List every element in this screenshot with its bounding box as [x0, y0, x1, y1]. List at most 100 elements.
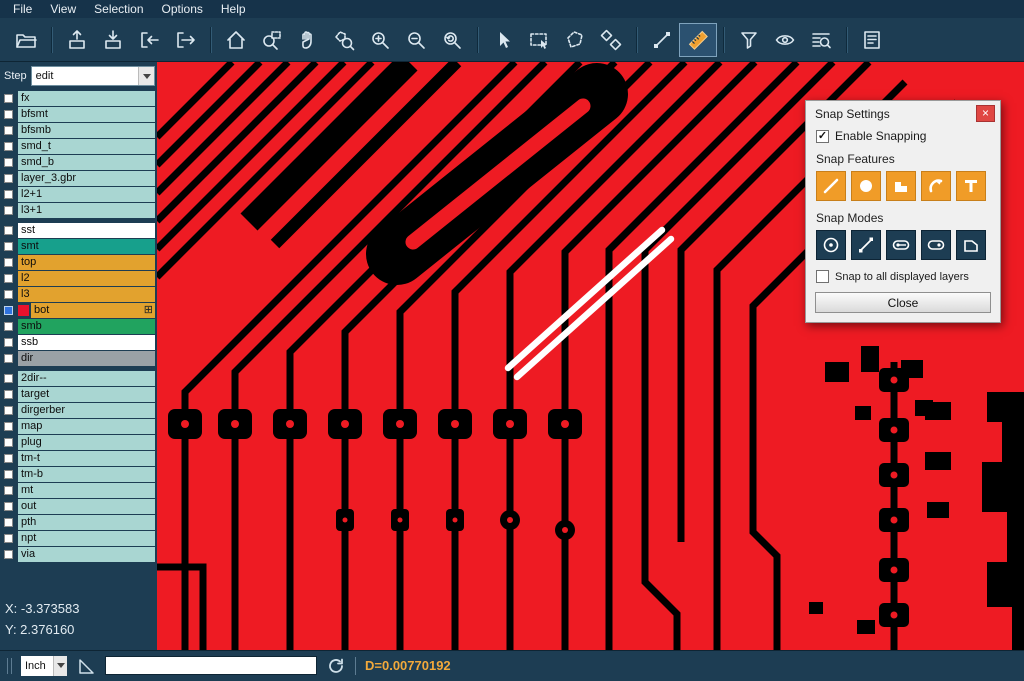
find-button[interactable] [803, 24, 839, 56]
layer-row-fx[interactable]: fx [0, 91, 157, 106]
layer-name-label[interactable]: l3+1 [18, 203, 155, 218]
unit-select[interactable]: Inch [21, 656, 67, 676]
layer-row-map[interactable]: map [0, 419, 157, 434]
command-input[interactable] [105, 656, 317, 675]
snap-mode-slot-left-button[interactable] [886, 230, 916, 260]
layer-row-dirgerber[interactable]: dirgerber [0, 403, 157, 418]
step-select[interactable]: edit [31, 66, 155, 86]
layer-visibility-checkbox[interactable] [4, 190, 13, 199]
layer-visibility-checkbox[interactable] [4, 338, 13, 347]
layer-name-label[interactable]: map [18, 419, 155, 434]
layer-visibility-checkbox[interactable] [4, 470, 13, 479]
layer-visibility-checkbox[interactable] [4, 158, 13, 167]
layer-row-bot[interactable]: bot⊞ [0, 303, 157, 318]
layer-visibility-checkbox[interactable] [4, 374, 13, 383]
layer-visibility-checkbox[interactable] [4, 206, 13, 215]
menu-options[interactable]: Options [153, 1, 212, 17]
select-multi-button[interactable] [593, 24, 629, 56]
zoom-in-button[interactable] [362, 24, 398, 56]
layer-visibility-checkbox[interactable] [4, 354, 13, 363]
snap-mode-contour-button[interactable] [956, 230, 986, 260]
layer-row-pth[interactable]: pth [0, 515, 157, 530]
layer-name-label[interactable]: bfsmt [18, 107, 155, 122]
layer-name-label[interactable]: ssb [18, 335, 155, 350]
menu-help[interactable]: Help [212, 1, 255, 17]
layer-visibility-checkbox[interactable] [4, 306, 13, 315]
layer-name-label[interactable]: l2 [18, 271, 155, 286]
home-button[interactable] [218, 24, 254, 56]
grid-icon[interactable]: ⊞ [144, 303, 153, 318]
import-left-button[interactable] [131, 24, 167, 56]
layer-row-2dir--[interactable]: 2dir-- [0, 371, 157, 386]
layer-visibility-checkbox[interactable] [4, 406, 13, 415]
layer-visibility-checkbox[interactable] [4, 438, 13, 447]
layer-visibility-checkbox[interactable] [4, 274, 13, 283]
layer-row-out[interactable]: out [0, 499, 157, 514]
export-right-button[interactable] [167, 24, 203, 56]
layer-name-label[interactable]: tm-t [18, 451, 155, 466]
layer-visibility-checkbox[interactable] [4, 290, 13, 299]
layer-visibility-checkbox[interactable] [4, 534, 13, 543]
snap-feature-pad-button[interactable] [851, 171, 881, 201]
layer-name-label[interactable]: dirgerber [18, 403, 155, 418]
line-tool-button[interactable] [644, 24, 680, 56]
layer-row-ssb[interactable]: ssb [0, 335, 157, 350]
layer-name-label[interactable]: smt [18, 239, 155, 254]
layer-name-label[interactable]: 2dir-- [18, 371, 155, 386]
layer-name-label[interactable]: bot⊞ [31, 303, 155, 318]
layer-name-label[interactable]: smb [18, 319, 155, 334]
layer-visibility-checkbox[interactable] [4, 94, 13, 103]
select-arrow-button[interactable] [485, 24, 521, 56]
snap-mode-endpoints-button[interactable] [851, 230, 881, 260]
snap-feature-text-button[interactable] [956, 171, 986, 201]
menu-view[interactable]: View [41, 1, 85, 17]
layer-visibility-checkbox[interactable] [4, 322, 13, 331]
layer-visibility-checkbox[interactable] [4, 390, 13, 399]
layer-name-label[interactable]: layer_3.gbr [18, 171, 155, 186]
import-down-button[interactable] [95, 24, 131, 56]
layer-row-target[interactable]: target [0, 387, 157, 402]
menu-selection[interactable]: Selection [85, 1, 152, 17]
layer-name-label[interactable]: sst [18, 223, 155, 238]
select-rect-button[interactable] [521, 24, 557, 56]
layer-row-bfsmt[interactable]: bfsmt [0, 107, 157, 122]
layer-visibility-checkbox[interactable] [4, 242, 13, 251]
layer-visibility-checkbox[interactable] [4, 422, 13, 431]
layer-name-label[interactable]: mt [18, 483, 155, 498]
layer-row-bfsmb[interactable]: bfsmb [0, 123, 157, 138]
layer-name-label[interactable]: dir [18, 351, 155, 366]
snap-feature-arc-button[interactable] [921, 171, 951, 201]
layer-row-npt[interactable]: npt [0, 531, 157, 546]
dialog-titlebar[interactable]: Snap Settings × [806, 101, 1000, 126]
layer-row-smd_b[interactable]: smd_b [0, 155, 157, 170]
layer-row-smt[interactable]: smt [0, 239, 157, 254]
layer-visibility-checkbox[interactable] [4, 142, 13, 151]
layer-name-label[interactable]: smd_b [18, 155, 155, 170]
layer-visibility-checkbox[interactable] [4, 258, 13, 267]
enable-snapping-checkbox[interactable]: ✓ [816, 130, 829, 143]
layer-name-label[interactable]: l2+1 [18, 187, 155, 202]
layer-row-l2+1[interactable]: l2+1 [0, 187, 157, 202]
layer-name-label[interactable]: l3 [18, 287, 155, 302]
layer-row-mt[interactable]: mt [0, 483, 157, 498]
zoom-out-button[interactable] [398, 24, 434, 56]
layer-row-top[interactable]: top [0, 255, 157, 270]
layer-row-l2[interactable]: l2 [0, 271, 157, 286]
visibility-button[interactable] [767, 24, 803, 56]
layer-row-smb[interactable]: smb [0, 319, 157, 334]
layer-visibility-checkbox[interactable] [4, 502, 13, 511]
all-layers-checkbox[interactable] [816, 270, 829, 283]
pan-button[interactable] [290, 24, 326, 56]
menu-file[interactable]: File [4, 1, 41, 17]
layer-name-label[interactable]: top [18, 255, 155, 270]
layer-visibility-checkbox[interactable] [4, 518, 13, 527]
layer-row-smd_t[interactable]: smd_t [0, 139, 157, 154]
layer-name-label[interactable]: bfsmb [18, 123, 155, 138]
select-polygon-button[interactable] [557, 24, 593, 56]
snap-feature-line-button[interactable] [816, 171, 846, 201]
layer-row-dir[interactable]: dir [0, 351, 157, 366]
layer-row-via[interactable]: via [0, 547, 157, 562]
snap-mode-center-button[interactable] [816, 230, 846, 260]
snap-mode-slot-right-button[interactable] [921, 230, 951, 260]
layer-row-sst[interactable]: sst [0, 223, 157, 238]
